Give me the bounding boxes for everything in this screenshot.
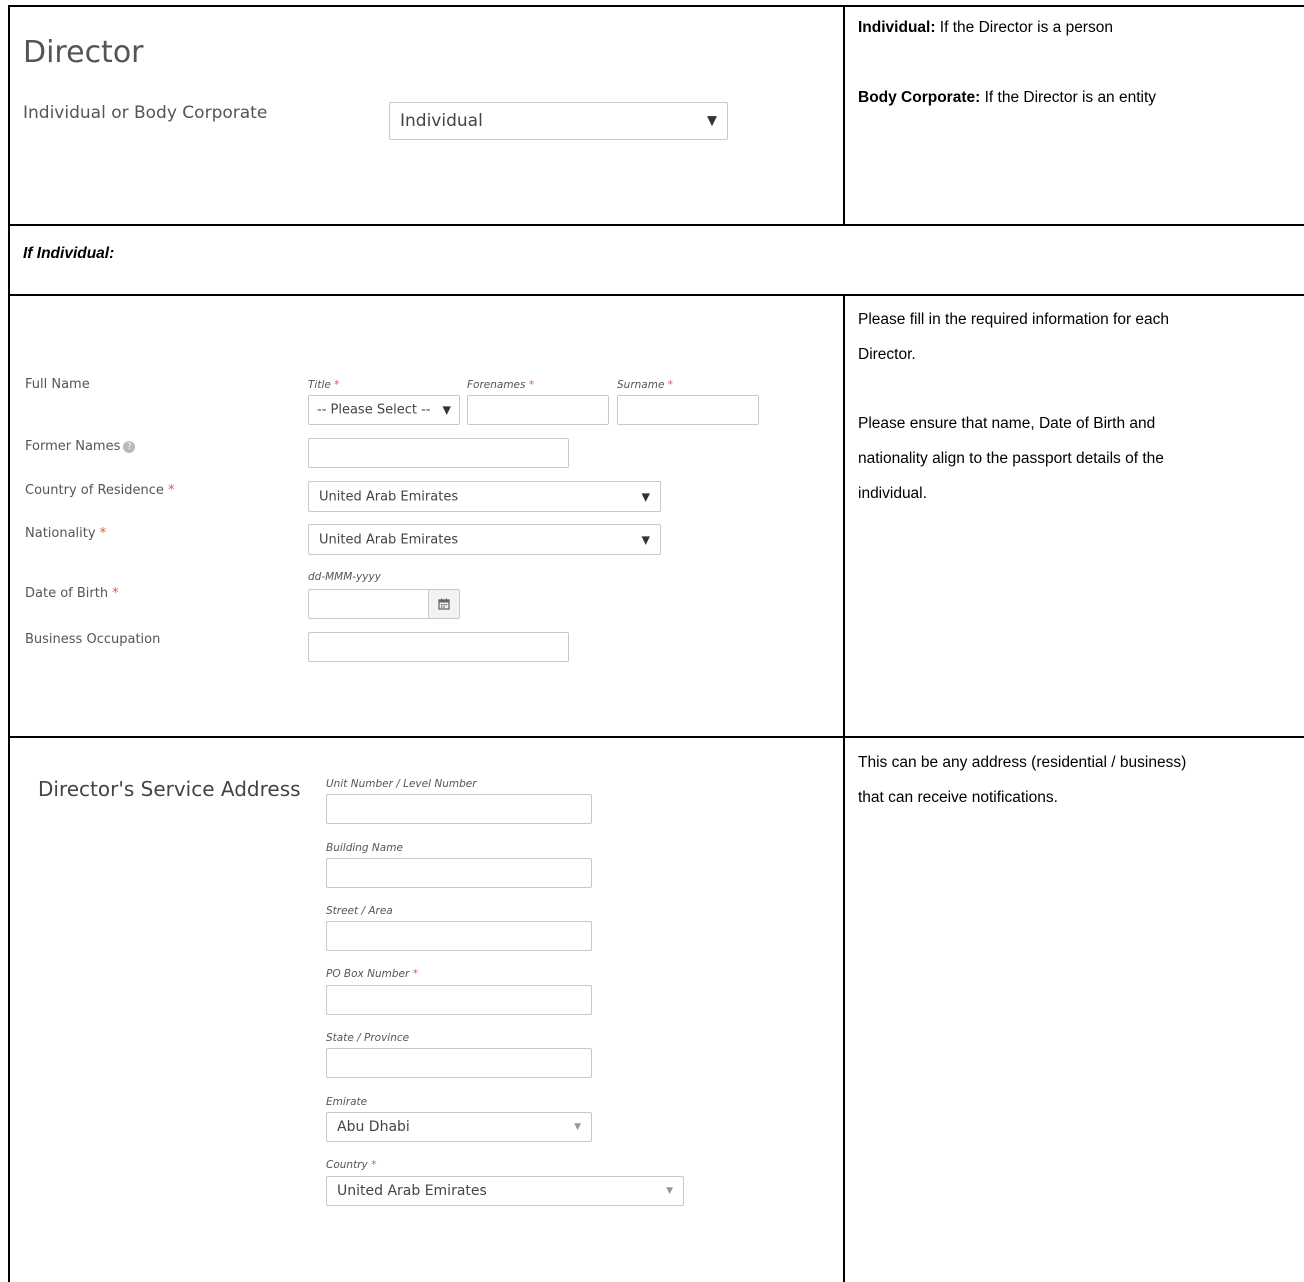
emirate-label: Emirate: [326, 1096, 368, 1108]
forenames-label: Forenames *: [467, 379, 535, 391]
director-type-note: Individual: If the Director is a person …: [858, 10, 1298, 115]
personal-details-note: Please fill in the required information …: [858, 311, 1170, 502]
po-box-input[interactable]: [326, 985, 592, 1015]
table-border-left: [8, 5, 10, 1282]
table-border-top: [8, 5, 1304, 7]
title-select-value: -- Please Select --: [317, 402, 431, 418]
former-names-input[interactable]: [308, 438, 569, 468]
unit-number-input[interactable]: [326, 794, 592, 824]
business-occupation-label: Business Occupation: [25, 632, 161, 647]
date-of-birth-input[interactable]: [308, 589, 430, 619]
caret-down-icon: ▼: [707, 113, 717, 129]
surname-label: Surname *: [617, 379, 674, 391]
emirate-value: Abu Dhabi: [337, 1119, 410, 1135]
unit-number-label: Unit Number / Level Number: [326, 778, 477, 790]
director-heading: Director: [23, 35, 144, 70]
state-province-label: State / Province: [326, 1032, 410, 1044]
title-select[interactable]: -- Please Select -- ▼: [308, 395, 460, 425]
country-of-residence-select[interactable]: United Arab Emirates ▼: [308, 481, 661, 512]
title-label: Title *: [308, 379, 340, 391]
caret-down-icon: ▼: [641, 533, 650, 546]
question-circle-icon[interactable]: ?: [123, 440, 136, 453]
state-province-input[interactable]: [326, 1048, 592, 1078]
director-type-select[interactable]: Individual ▼: [389, 102, 728, 140]
director-form-guide: Director Individual or Body Corporate In…: [0, 0, 1304, 1282]
table-border-row2: [8, 294, 1304, 296]
table-border-row1: [8, 224, 1304, 226]
caret-down-icon: ▼: [641, 490, 650, 503]
nationality-label: Nationality *: [25, 526, 107, 541]
country-of-residence-label: Country of Residence *: [25, 483, 175, 498]
building-name-label: Building Name: [326, 842, 403, 854]
street-area-label: Street / Area: [326, 905, 393, 917]
service-address-note: This can be any address (residential / b…: [858, 754, 1187, 806]
note-body-corporate: Body Corporate: If the Director is an en…: [858, 89, 1157, 106]
caret-down-icon: ▼: [574, 1122, 581, 1132]
if-individual-heading: If Individual:: [23, 245, 115, 262]
table-border-mid: [843, 5, 845, 225]
individual-or-body-corporate-label: Individual or Body Corporate: [23, 103, 268, 123]
table-border-row3: [8, 736, 1304, 738]
country-value: United Arab Emirates: [337, 1183, 487, 1199]
former-names-label: Former Names?: [25, 439, 136, 454]
service-address-heading: Director's Service Address: [38, 777, 301, 801]
forenames-input[interactable]: [467, 395, 609, 425]
caret-down-icon: ▼: [442, 403, 451, 417]
country-label: Country *: [326, 1159, 377, 1171]
director-type-value: Individual: [400, 111, 483, 131]
note-individual: Individual: If the Director is a person: [858, 19, 1113, 36]
emirate-select[interactable]: Abu Dhabi ▼: [326, 1112, 592, 1142]
calendar-icon: [438, 598, 450, 610]
surname-input[interactable]: [617, 395, 759, 425]
date-picker-button[interactable]: [428, 589, 460, 619]
country-select[interactable]: United Arab Emirates ▼: [326, 1176, 684, 1206]
dob-format-hint: dd-MMM-yyyy: [308, 571, 381, 583]
nationality-value: United Arab Emirates: [319, 532, 459, 547]
date-of-birth-label: Date of Birth *: [25, 586, 119, 601]
country-of-residence-value: United Arab Emirates: [319, 489, 459, 504]
caret-down-icon: ▼: [666, 1186, 673, 1196]
business-occupation-input[interactable]: [308, 632, 569, 662]
table-border-mid2: [843, 294, 845, 1282]
po-box-label: PO Box Number *: [326, 968, 418, 980]
street-area-input[interactable]: [326, 921, 592, 951]
building-name-input[interactable]: [326, 858, 592, 888]
nationality-select[interactable]: United Arab Emirates ▼: [308, 524, 661, 555]
full-name-label: Full Name: [25, 377, 90, 392]
